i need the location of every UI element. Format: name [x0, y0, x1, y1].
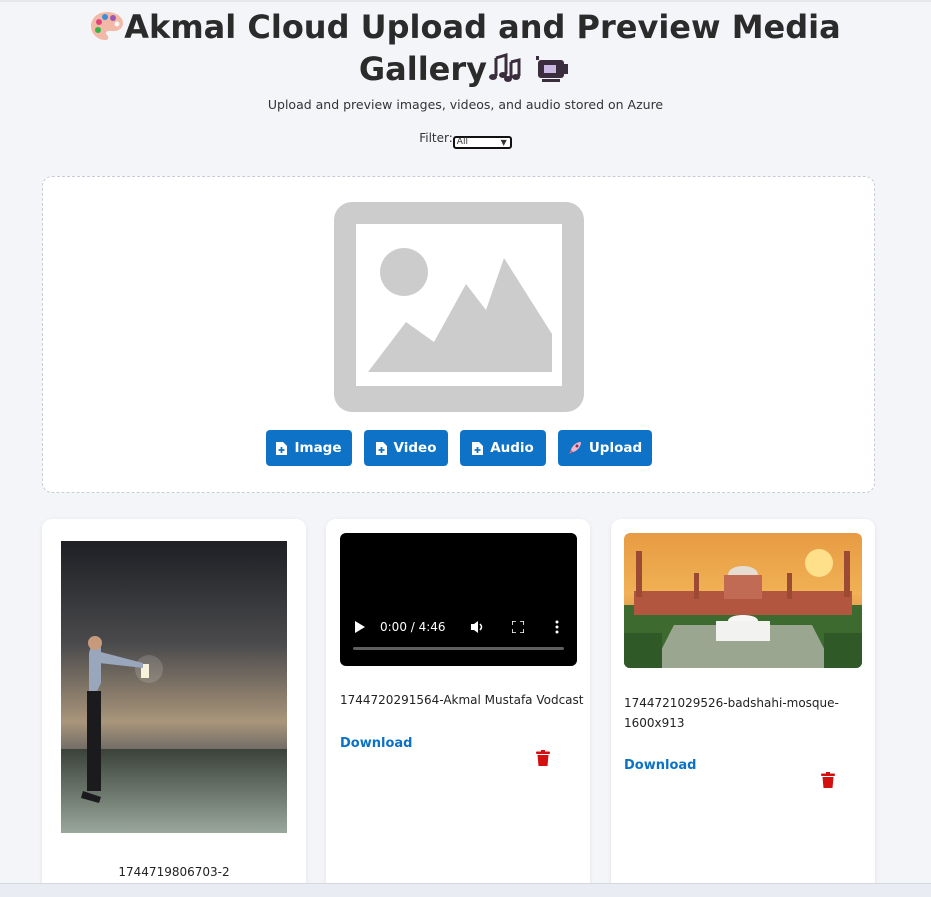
- gallery-card: 1744721029526-badshahi-mosque-1600x913 D…: [611, 519, 875, 897]
- add-audio-button[interactable]: Audio: [460, 430, 546, 466]
- file-name: 1744720291564-Akmal Mustafa Vodcast: [340, 693, 584, 707]
- add-image-button[interactable]: Image: [266, 430, 352, 466]
- media-image[interactable]: [61, 541, 287, 837]
- title-line-2: Gallery: [358, 50, 487, 88]
- page-subtitle: Upload and preview images, videos, and a…: [267, 97, 664, 112]
- upload-dropzone[interactable]: Image Video Audio Upload: [42, 176, 875, 493]
- volume-icon[interactable]: [471, 620, 485, 637]
- fullscreen-icon[interactable]: [511, 620, 525, 636]
- media-image[interactable]: [624, 533, 862, 668]
- file-name: 1744721029526-badshahi-mosque-1600x913: [624, 696, 839, 730]
- file-name: 1744719806703-2: [118, 865, 230, 879]
- filter-select[interactable]: All ▼: [452, 136, 512, 149]
- image-placeholder-icon: [334, 202, 584, 416]
- filter-bar: Filter: All ▼: [0, 131, 931, 149]
- download-link[interactable]: Download: [340, 736, 412, 751]
- video-player[interactable]: 0:00 / 4:46: [340, 533, 577, 666]
- video-controls: 0:00 / 4:46: [340, 615, 577, 641]
- download-link[interactable]: Download: [624, 758, 696, 773]
- window-bottom-bar: [0, 883, 931, 897]
- file-plus-icon: [375, 441, 387, 455]
- trash-icon[interactable]: [821, 772, 835, 792]
- chevron-down-icon: ▼: [500, 138, 507, 147]
- more-options-icon[interactable]: [555, 620, 559, 637]
- upload-button[interactable]: Upload: [558, 430, 652, 466]
- top-border: [0, 0, 931, 2]
- page-title: Akmal Cloud Upload and Preview Media Gal…: [0, 8, 931, 92]
- add-video-button[interactable]: Video: [364, 430, 448, 466]
- play-icon[interactable]: [355, 621, 365, 636]
- gallery-card: 0:00 / 4:46 1744720291564-Akmal Mustafa …: [326, 519, 590, 897]
- file-plus-icon: [472, 441, 484, 455]
- file-plus-icon: [276, 441, 288, 455]
- trash-icon[interactable]: [536, 750, 550, 770]
- video-camera-icon: [534, 52, 572, 92]
- filter-label: Filter:: [419, 131, 453, 145]
- video-time: 0:00 / 4:46: [380, 620, 446, 634]
- title-line-1: Akmal Cloud Upload and Preview Media: [124, 8, 841, 46]
- video-progress-bar[interactable]: [353, 647, 564, 650]
- rocket-icon: [568, 442, 581, 454]
- palette-icon: [90, 10, 124, 50]
- gallery-card: 1744719806703-2: [42, 519, 306, 897]
- music-notes-icon: [487, 52, 523, 92]
